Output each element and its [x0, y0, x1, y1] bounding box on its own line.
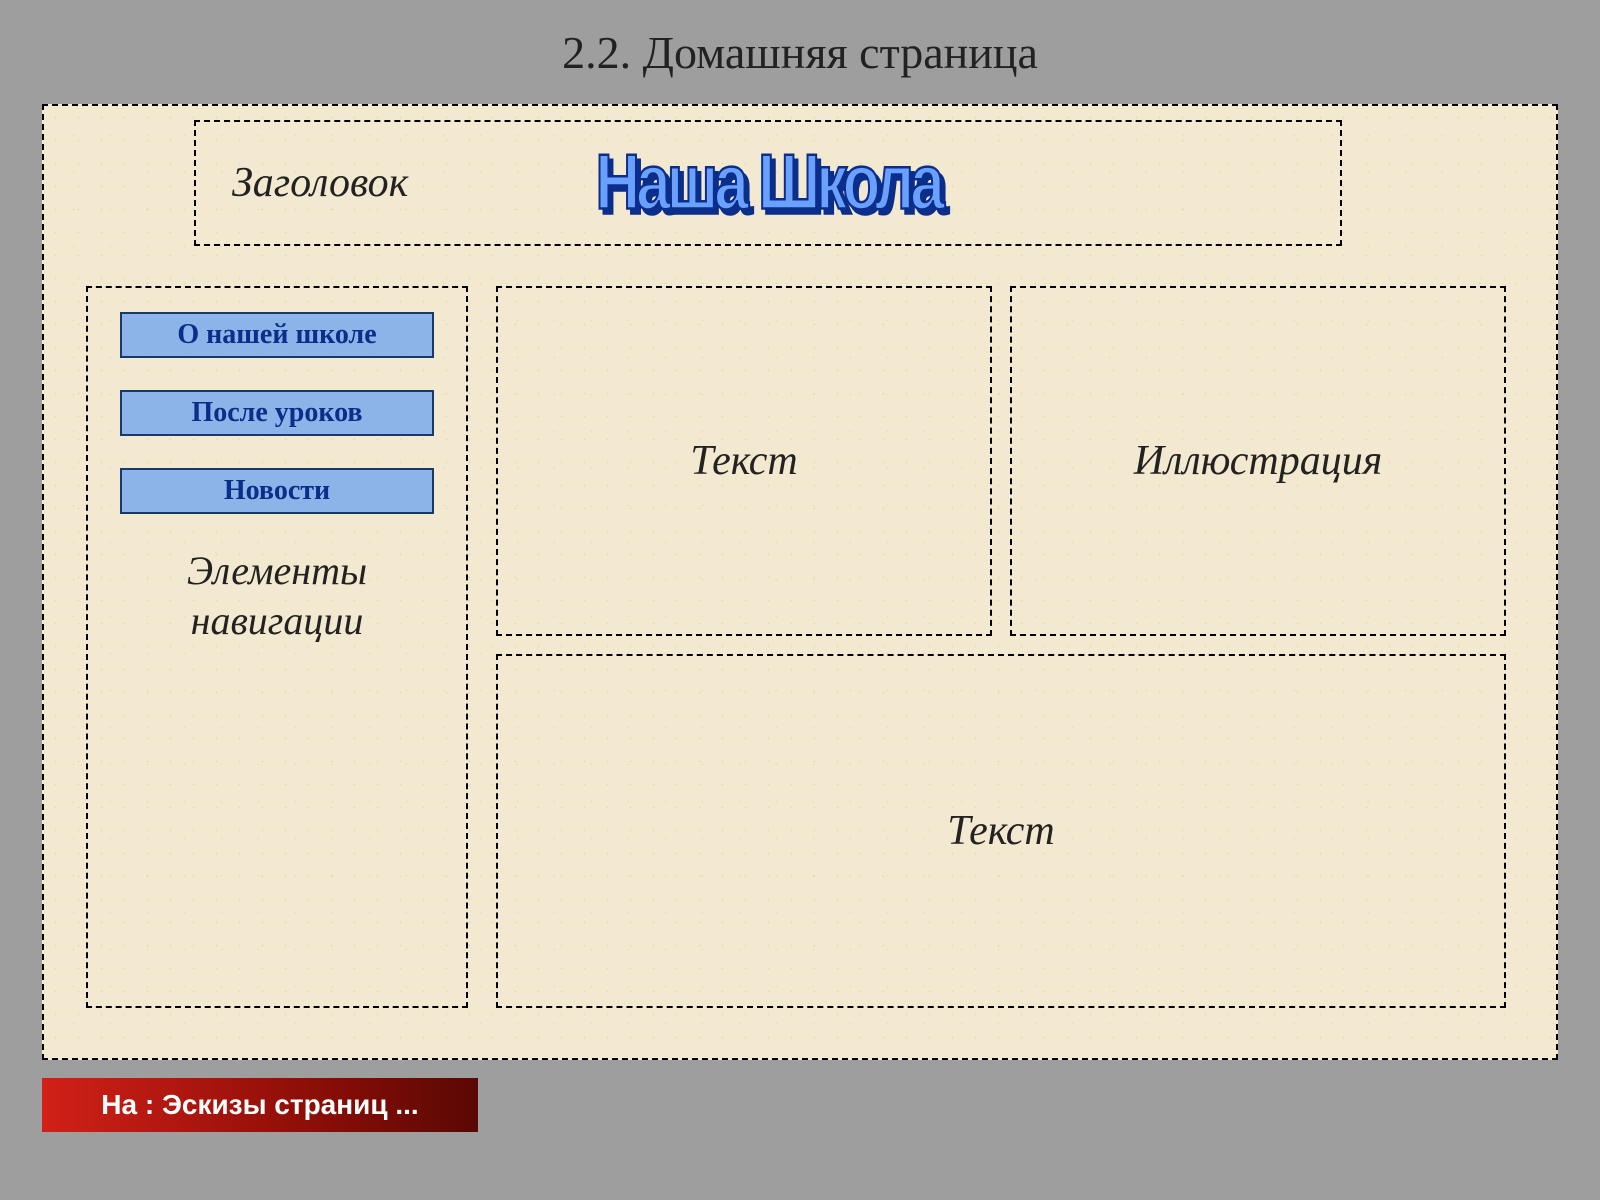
- illustration-region: Иллюстрация: [1010, 286, 1506, 636]
- header-region: Заголовок Наша Школа Наша Школа: [194, 120, 1342, 246]
- nav-button-about[interactable]: О нашей школе: [120, 312, 434, 358]
- text-label-2: Текст: [947, 807, 1055, 855]
- navigation-region: О нашей школе После уроков Новости Элеме…: [86, 286, 468, 1008]
- nav-button-news[interactable]: Новости: [120, 468, 434, 514]
- navigation-caption: Элементы навигации: [88, 546, 466, 646]
- header-label: Заголовок: [196, 159, 408, 207]
- nav-caption-line2: навигации: [191, 598, 364, 643]
- wordart-title: Наша Школа Наша Школа: [595, 148, 940, 219]
- text-region-2: Текст: [496, 654, 1506, 1008]
- illustration-label: Иллюстрация: [1134, 437, 1383, 485]
- text-region-1: Текст: [496, 286, 992, 636]
- page-title: 2.2. Домашняя страница: [0, 0, 1600, 79]
- layout-canvas: Заголовок Наша Школа Наша Школа О нашей …: [42, 104, 1558, 1060]
- nav-caption-line1: Элементы: [187, 548, 367, 593]
- wordart-front: Наша Школа: [595, 139, 940, 228]
- goto-sketches-button[interactable]: На : Эскизы страниц ...: [42, 1078, 478, 1132]
- text-label-1: Текст: [690, 437, 798, 485]
- nav-button-after-lessons[interactable]: После уроков: [120, 390, 434, 436]
